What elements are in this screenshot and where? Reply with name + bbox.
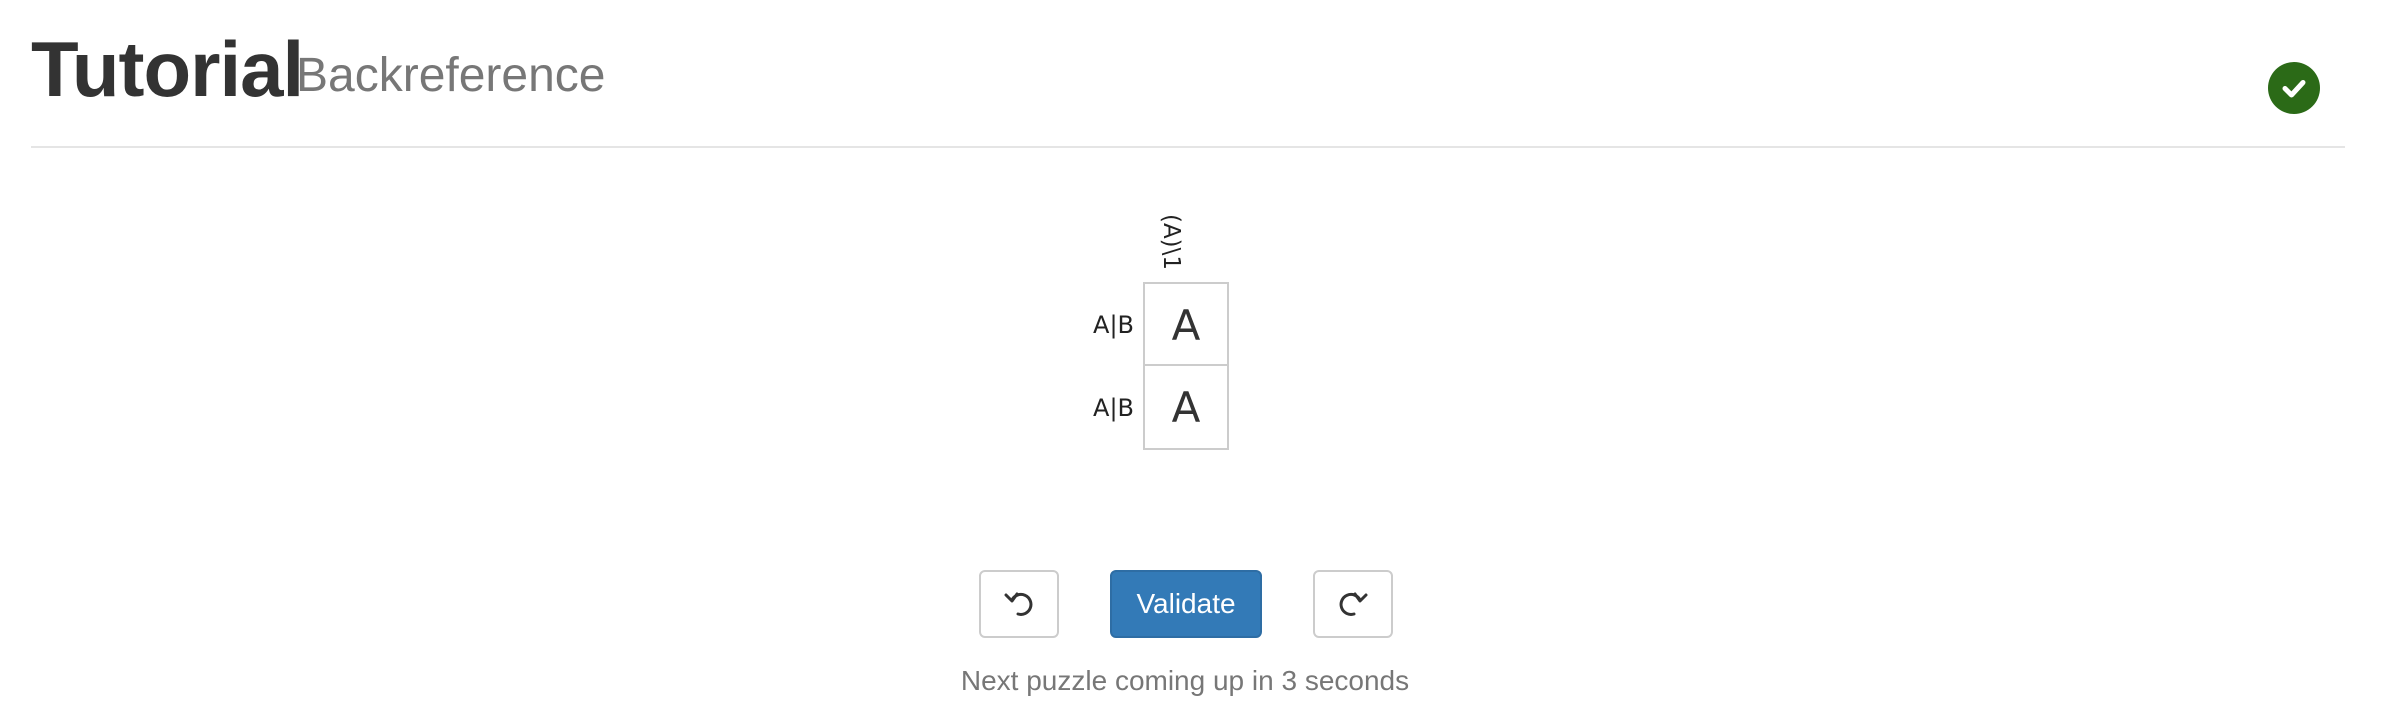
row-clue: A|B (1093, 394, 1134, 422)
row-clue: A|B (1093, 311, 1134, 339)
column-clue: (A)\1 (1158, 213, 1184, 271)
undo-button[interactable] (979, 570, 1059, 638)
puzzle-board: (A)\1 A|B A|B A A (0, 0, 2408, 480)
redo-button[interactable] (1313, 570, 1393, 638)
undo-icon (1004, 592, 1033, 616)
validate-button[interactable]: Validate (1110, 570, 1262, 638)
grid-cell[interactable]: A (1143, 282, 1229, 368)
status-message: Next puzzle coming up in 3 seconds (960, 665, 1410, 696)
grid-cell[interactable]: A (1143, 364, 1229, 450)
redo-icon (1339, 592, 1368, 616)
